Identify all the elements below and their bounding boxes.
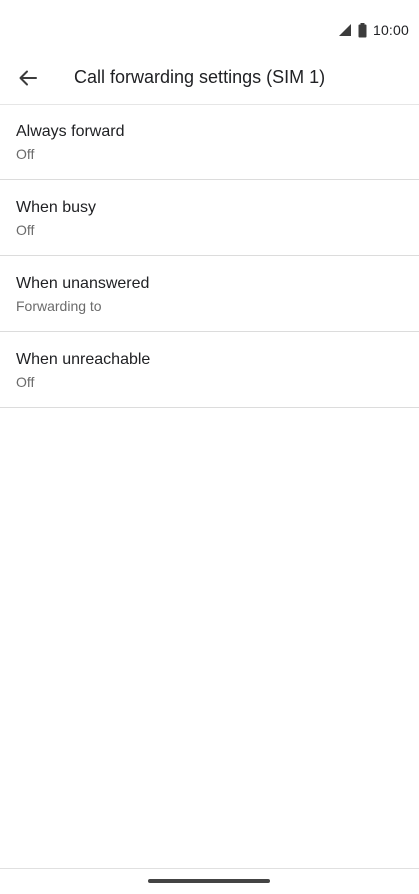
- list-item-always-forward[interactable]: Always forward Off: [0, 104, 419, 180]
- back-button[interactable]: [10, 62, 46, 98]
- app-bar: Call forwarding settings (SIM 1): [0, 58, 419, 105]
- item-summary: Off: [16, 146, 35, 162]
- item-summary: Off: [16, 222, 35, 238]
- forwarding-options-list: Always forward Off When busy Off When un…: [0, 104, 419, 408]
- battery-icon: [358, 22, 367, 38]
- home-gesture-handle[interactable]: [148, 879, 270, 883]
- item-summary: Off: [16, 374, 35, 390]
- item-title: When unreachable: [16, 351, 151, 368]
- navigation-bar: [0, 868, 419, 894]
- item-summary: Forwarding to: [16, 298, 102, 314]
- status-bar: 10:00: [0, 0, 419, 60]
- list-item-when-unreachable[interactable]: When unreachable Off: [0, 332, 419, 408]
- list-item-when-unanswered[interactable]: When unanswered Forwarding to: [0, 256, 419, 332]
- item-title: When unanswered: [16, 275, 150, 292]
- arrow-back-icon: [18, 68, 38, 93]
- signal-icon: [338, 23, 352, 37]
- page-title: Call forwarding settings (SIM 1): [74, 67, 326, 87]
- status-icons: 10:00: [338, 22, 409, 38]
- item-title: When busy: [16, 199, 97, 216]
- list-item-when-busy[interactable]: When busy Off: [0, 180, 419, 256]
- status-clock: 10:00: [372, 22, 409, 38]
- item-title: Always forward: [16, 123, 125, 140]
